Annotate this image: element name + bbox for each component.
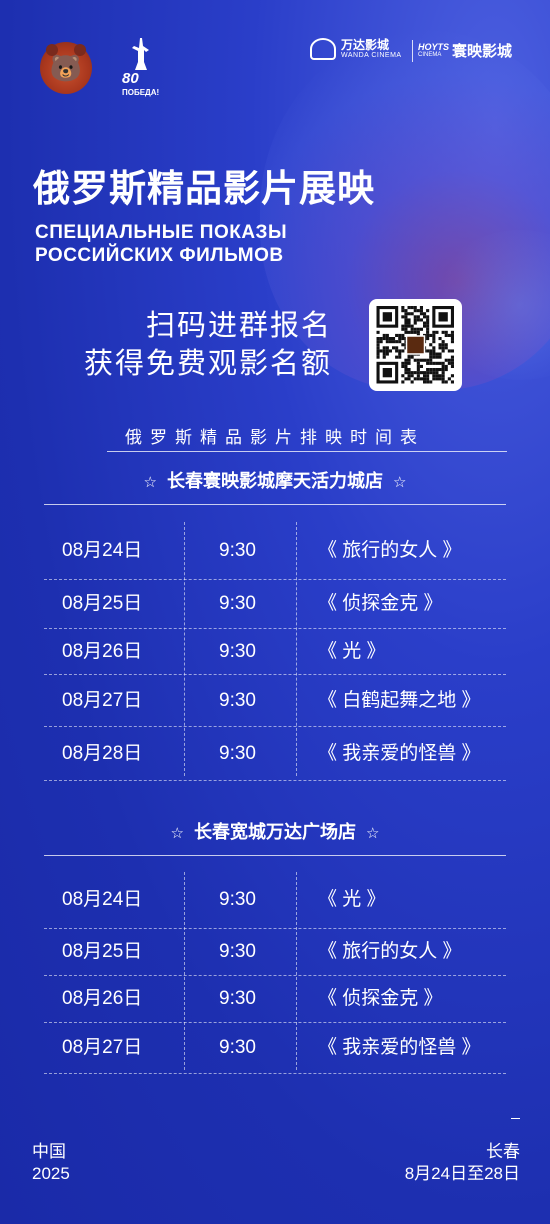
- screening-film: 《 旅行的女人 》: [318, 941, 462, 962]
- screening-date: 08月25日: [62, 593, 143, 614]
- cinema-heading: ☆ 长春宽城万达广场店 ☆: [0, 818, 550, 844]
- schedule-table: 08月24日 9:30 《 光 》 08月25日 9:30 《 旅行的女人 》 08月26日…: [44, 872, 506, 1074]
- screening-time: 9:30: [219, 593, 256, 614]
- schedule-row: 08月26日 9:30 《 光 》: [44, 629, 506, 675]
- victory-80-logo: 80 ПОБЕДА!: [122, 36, 162, 98]
- screening-time: 9:30: [219, 988, 256, 1009]
- screening-film: 《 光 》: [318, 641, 386, 662]
- statue-icon: [132, 38, 149, 70]
- title-ru-line: РОССИЙСКИХ ФИЛЬМОВ: [35, 245, 284, 266]
- scan-line: 扫码进群报名: [145, 310, 332, 342]
- title-ru-line: СПЕЦИАЛЬНЫЕ ПОКАЗЫ: [35, 222, 288, 243]
- star-icon: ☆: [170, 825, 184, 842]
- wanda-name-cn: 万达影城: [341, 37, 390, 52]
- column-divider: [296, 872, 297, 1070]
- schedule-row: 08月24日 9:30 《 旅行的女人 》: [44, 522, 506, 580]
- divider: [107, 451, 507, 452]
- bear-ear: [46, 44, 58, 56]
- screening-date: 08月27日: [62, 1037, 143, 1058]
- footer-city: 长春: [486, 1142, 520, 1161]
- victory-text: ПОБЕДА!: [122, 88, 160, 97]
- schedule-row: 08月26日 9:30 《 侦探金克 》: [44, 976, 506, 1023]
- screening-film: 《 我亲爱的怪兽 》: [318, 1037, 481, 1058]
- screening-date: 08月26日: [62, 641, 143, 662]
- screening-date: 08月26日: [62, 988, 143, 1009]
- hoyts-name-en: HOYTS: [418, 41, 450, 52]
- title-cn: 俄罗斯精品影片展映: [33, 168, 375, 209]
- screening-date: 08月24日: [62, 889, 143, 910]
- screening-date: 08月24日: [62, 540, 143, 561]
- poster: 🐻 80 ПОБЕДА! 万达影城 WANDA CINEMA HOYTS CIN…: [0, 0, 550, 1224]
- schedule-row: 08月25日 9:30 《 侦探金克 》: [44, 580, 506, 629]
- qr-code[interactable]: [369, 299, 462, 391]
- cinema-name: 长春宽城万达广场店: [194, 822, 356, 842]
- footer-right: 长春 8月24日至28日: [405, 1141, 520, 1185]
- screening-film: 《 旅行的女人 》: [318, 540, 462, 561]
- screening-time: 9:30: [219, 540, 256, 561]
- screening-date: 08月27日: [62, 690, 143, 711]
- column-divider: [296, 522, 297, 776]
- bear-icon: 🐻: [49, 52, 83, 83]
- hoyts-sub: CINEMA: [418, 51, 442, 58]
- screening-time: 9:30: [219, 743, 256, 764]
- victory-number: 80: [122, 70, 139, 87]
- screening-date: 08月25日: [62, 941, 143, 962]
- screening-date: 08月28日: [62, 743, 143, 764]
- schedule-row: 08月24日 9:30 《 光 》: [44, 872, 506, 929]
- schedule-row: 08月28日 9:30 《 我亲爱的怪兽 》: [44, 727, 506, 781]
- star-icon: ☆: [366, 825, 380, 842]
- column-divider: [184, 872, 185, 1070]
- schedule-row: 08月27日 9:30 《 白鹤起舞之地 》: [44, 675, 506, 727]
- hoyts-cinema-logo: HOYTS CINEMA 寰映影城: [418, 40, 512, 61]
- footer-left: 中国 2025: [32, 1141, 70, 1185]
- wanda-emblem-icon: [310, 38, 336, 60]
- footer-dates: 8月24日至28日: [404, 1164, 520, 1183]
- footer-country: 中国: [32, 1142, 66, 1161]
- star-icon: ☆: [143, 474, 157, 491]
- logo-divider: [412, 40, 413, 62]
- column-divider: [184, 522, 185, 776]
- divider: [44, 855, 506, 856]
- schedule-title: 俄罗斯精品影片排映时间表: [125, 428, 425, 447]
- screening-time: 9:30: [219, 1037, 256, 1058]
- screening-time: 9:30: [219, 641, 256, 662]
- screening-time: 9:30: [219, 690, 256, 711]
- screening-film: 《 侦探金克 》: [318, 988, 443, 1009]
- screening-film: 《 侦探金克 》: [318, 593, 443, 614]
- screening-film: 《 白鹤起舞之地 》: [318, 690, 481, 711]
- qr-center-logo-icon: [405, 335, 426, 355]
- wanda-name-en: WANDA CINEMA: [341, 51, 402, 59]
- screening-film: 《 我亲爱的怪兽 》: [318, 743, 481, 764]
- schedule-table: 08月24日 9:30 《 旅行的女人 》 08月25日 9:30 《 侦探金克 》 08月…: [44, 522, 506, 781]
- bear-ear: [74, 44, 86, 56]
- schedule-row: 08月25日 9:30 《 旅行的女人 》: [44, 929, 506, 976]
- footer-year: 2025: [32, 1164, 70, 1183]
- wanda-cinema-logo: 万达影城 WANDA CINEMA: [310, 38, 402, 60]
- footer-dash: [511, 1118, 520, 1119]
- screening-time: 9:30: [219, 889, 256, 910]
- bear-mascot-logo: 🐻: [40, 42, 92, 94]
- cinema-heading: ☆ 长春寰映影城摩天活力城店 ☆: [0, 467, 550, 493]
- schedule-row: 08月27日 9:30 《 我亲爱的怪兽 》: [44, 1023, 506, 1074]
- hoyts-name-cn: 寰映影城: [452, 43, 513, 60]
- cinema-name: 长春寰映影城摩天活力城店: [167, 471, 383, 491]
- title-ru: СПЕЦИАЛЬНЫЕ ПОКАЗЫ РОССИЙСКИХ ФИЛЬМОВ: [35, 221, 287, 267]
- scan-instructions: 扫码进群报名 获得免费观影名额: [72, 307, 332, 383]
- screening-time: 9:30: [219, 941, 256, 962]
- divider: [44, 504, 506, 505]
- screening-film: 《 光 》: [318, 889, 386, 910]
- scan-line: 获得免费观影名额: [83, 348, 332, 380]
- star-icon: ☆: [393, 474, 407, 491]
